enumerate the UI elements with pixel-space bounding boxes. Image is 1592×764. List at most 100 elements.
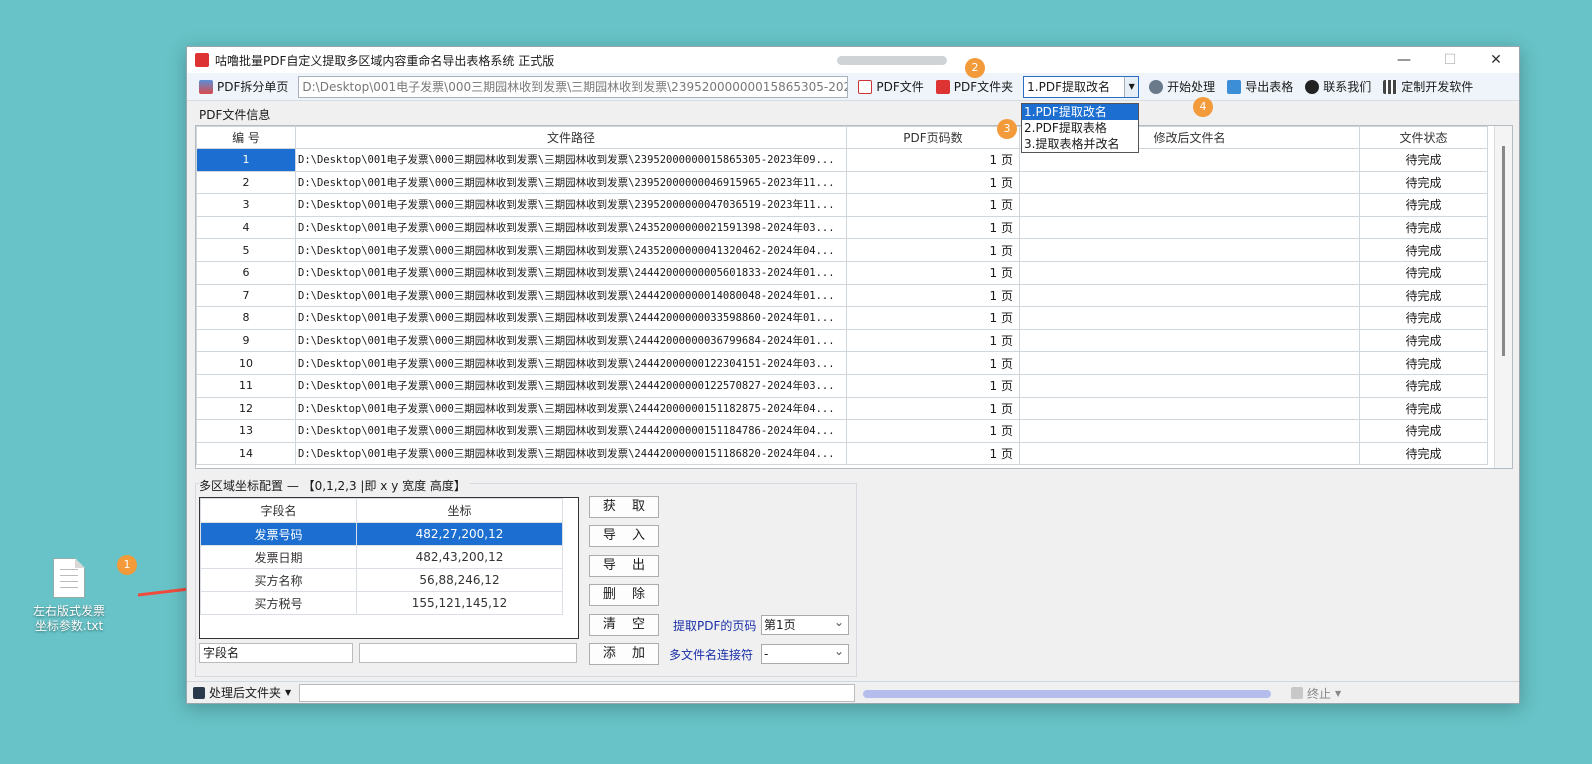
row-number[interactable]: 2 <box>196 170 296 195</box>
row-page-count[interactable]: 1 页 <box>846 419 1020 443</box>
custom-dev-button[interactable]: 定制开发软件 <box>1377 76 1479 98</box>
pdf-folder-button[interactable]: PDF文件夹 <box>930 76 1019 98</box>
row-number[interactable]: 3 <box>196 193 296 217</box>
row-status[interactable]: 待完成 <box>1359 170 1488 195</box>
coord-row-field[interactable]: 买方名称 <box>200 568 357 592</box>
table-row[interactable]: 2 D:\Desktop\001电子发票\000三期园林收到发票\三期园林收到发票… <box>196 170 1488 195</box>
table-row[interactable]: 4 D:\Desktop\001电子发票\000三期园林收到发票\三期园林收到发票… <box>196 215 1488 240</box>
table-row[interactable]: 3 D:\Desktop\001电子发票\000三期园林收到发票\三期园林收到发票… <box>196 193 1488 217</box>
row-page-count[interactable]: 1 页 <box>846 193 1020 217</box>
row-page-count[interactable]: 1 页 <box>846 351 1020 375</box>
coord-row-field[interactable]: 发票日期 <box>200 545 357 569</box>
pdf-file-grid[interactable]: 编 号 文件路径 PDF页码数 修改后文件名 文件状态 1 D:\Desktop\… <box>195 125 1513 469</box>
table-row[interactable]: 10 D:\Desktop\001电子发票\000三期园林收到发票\三期园林收到发… <box>196 351 1488 375</box>
row-status[interactable]: 待完成 <box>1359 148 1488 172</box>
close-button[interactable]: ✕ <box>1473 47 1519 73</box>
row-new-name[interactable] <box>1019 441 1360 466</box>
row-number[interactable]: 10 <box>196 351 296 375</box>
contact-us-button[interactable]: 联系我们 <box>1299 76 1377 98</box>
row-file-path[interactable]: D:\Desktop\001电子发票\000三期园林收到发票\三期园林收到发票\… <box>295 396 847 421</box>
row-number[interactable]: 5 <box>196 238 296 262</box>
get-button[interactable]: 获 取 <box>589 496 659 518</box>
coord-row[interactable]: 买方税号 155,121,145,12 <box>200 591 563 615</box>
row-new-name[interactable] <box>1019 215 1360 240</box>
output-folder-button[interactable]: 处理后文件夹 ▼ <box>187 682 297 704</box>
row-number[interactable]: 6 <box>196 260 296 285</box>
page-number-select[interactable]: 第1页 <box>761 613 849 635</box>
table-row[interactable]: 7 D:\Desktop\001电子发票\000三期园林收到发票\三期园林收到发票… <box>196 283 1488 308</box>
row-file-path[interactable]: D:\Desktop\001电子发票\000三期园林收到发票\三期园林收到发票\… <box>295 215 847 240</box>
row-new-name[interactable] <box>1019 283 1360 308</box>
coord-col-field[interactable]: 字段名 <box>200 498 357 523</box>
row-new-name[interactable] <box>1019 238 1360 262</box>
scrollbar-thumb[interactable] <box>1502 146 1505 356</box>
field-name-input[interactable]: 字段名 <box>199 643 353 663</box>
import-button[interactable]: 导 入 <box>589 525 659 547</box>
coord-row-value[interactable]: 482,43,200,12 <box>356 545 563 569</box>
pdf-path-input[interactable]: D:\Desktop\001电子发票\000三期园林收到发票\三期园林收到发票\… <box>298 75 849 98</box>
table-row[interactable]: 6 D:\Desktop\001电子发票\000三期园林收到发票\三期园林收到发票… <box>196 260 1488 285</box>
row-page-count[interactable]: 1 页 <box>846 306 1020 330</box>
row-new-name[interactable] <box>1019 351 1360 375</box>
row-file-path[interactable]: D:\Desktop\001电子发票\000三期园林收到发票\三期园林收到发票\… <box>295 306 847 330</box>
stop-button[interactable]: 终止 ▼ <box>1285 682 1347 704</box>
coord-value-input[interactable] <box>359 643 577 663</box>
row-status[interactable]: 待完成 <box>1359 215 1488 240</box>
row-file-path[interactable]: D:\Desktop\001电子发票\000三期园林收到发票\三期园林收到发票\… <box>295 148 847 172</box>
coord-row[interactable]: 发票号码 482,27,200,12 <box>200 522 563 546</box>
delete-button[interactable]: 删 除 <box>589 584 659 606</box>
row-file-path[interactable]: D:\Desktop\001电子发票\000三期园林收到发票\三期园林收到发票\… <box>295 441 847 466</box>
row-page-count[interactable]: 1 页 <box>846 328 1020 353</box>
row-status[interactable]: 待完成 <box>1359 238 1488 262</box>
row-number[interactable]: 7 <box>196 283 296 308</box>
minimize-button[interactable]: — <box>1381 47 1427 73</box>
col-header-no[interactable]: 编 号 <box>196 126 296 149</box>
col-header-status[interactable]: 文件状态 <box>1359 126 1488 149</box>
row-new-name[interactable] <box>1019 373 1360 398</box>
row-number[interactable]: 9 <box>196 328 296 353</box>
row-file-path[interactable]: D:\Desktop\001电子发票\000三期园林收到发票\三期园林收到发票\… <box>295 238 847 262</box>
row-status[interactable]: 待完成 <box>1359 351 1488 375</box>
row-file-path[interactable]: D:\Desktop\001电子发票\000三期园林收到发票\三期园林收到发票\… <box>295 283 847 308</box>
coord-row-field[interactable]: 发票号码 <box>200 522 357 546</box>
row-status[interactable]: 待完成 <box>1359 306 1488 330</box>
mode-option-2[interactable]: 2.PDF提取表格 <box>1022 120 1138 136</box>
row-file-path[interactable]: D:\Desktop\001电子发票\000三期园林收到发票\三期园林收到发票\… <box>295 351 847 375</box>
row-file-path[interactable]: D:\Desktop\001电子发票\000三期园林收到发票\三期园林收到发票\… <box>295 328 847 353</box>
export-button[interactable]: 导 出 <box>589 555 659 577</box>
status-path-input[interactable] <box>299 684 855 702</box>
coord-grid[interactable]: 字段名 坐标 发票号码 482,27,200,12 发票日期 482,43,200,1… <box>199 497 579 639</box>
mode-option-3[interactable]: 3.提取表格并改名 <box>1022 136 1138 152</box>
mode-select[interactable]: 1.PDF提取改名 ▼ <box>1023 75 1140 98</box>
row-status[interactable]: 待完成 <box>1359 260 1488 285</box>
table-row[interactable]: 12 D:\Desktop\001电子发票\000三期园林收到发票\三期园林收到发… <box>196 396 1488 421</box>
row-status[interactable]: 待完成 <box>1359 328 1488 353</box>
row-number[interactable]: 12 <box>196 396 296 421</box>
row-number[interactable]: 1 <box>196 148 296 172</box>
row-number[interactable]: 11 <box>196 373 296 398</box>
row-new-name[interactable] <box>1019 419 1360 443</box>
coord-row-value[interactable]: 155,121,145,12 <box>356 591 563 615</box>
row-file-path[interactable]: D:\Desktop\001电子发票\000三期园林收到发票\三期园林收到发票\… <box>295 170 847 195</box>
row-page-count[interactable]: 1 页 <box>846 170 1020 195</box>
row-status[interactable]: 待完成 <box>1359 283 1488 308</box>
pdf-file-button[interactable]: PDF文件 <box>852 76 929 98</box>
row-page-count[interactable]: 1 页 <box>846 283 1020 308</box>
table-row[interactable]: 9 D:\Desktop\001电子发票\000三期园林收到发票\三期园林收到发票… <box>196 328 1488 353</box>
row-number[interactable]: 8 <box>196 306 296 330</box>
coord-row[interactable]: 发票日期 482,43,200,12 <box>200 545 563 569</box>
row-new-name[interactable] <box>1019 260 1360 285</box>
col-header-path[interactable]: 文件路径 <box>295 126 847 149</box>
row-page-count[interactable]: 1 页 <box>846 396 1020 421</box>
row-status[interactable]: 待完成 <box>1359 193 1488 217</box>
row-number[interactable]: 4 <box>196 215 296 240</box>
row-file-path[interactable]: D:\Desktop\001电子发票\000三期园林收到发票\三期园林收到发票\… <box>295 373 847 398</box>
row-new-name[interactable] <box>1019 306 1360 330</box>
clear-button[interactable]: 清 空 <box>589 614 659 636</box>
row-page-count[interactable]: 1 页 <box>846 260 1020 285</box>
table-row[interactable]: 14 D:\Desktop\001电子发票\000三期园林收到发票\三期园林收到发… <box>196 441 1488 466</box>
row-page-count[interactable]: 1 页 <box>846 373 1020 398</box>
row-new-name[interactable] <box>1019 328 1360 353</box>
row-file-path[interactable]: D:\Desktop\001电子发票\000三期园林收到发票\三期园林收到发票\… <box>295 419 847 443</box>
coord-row-value[interactable]: 482,27,200,12 <box>356 522 563 546</box>
